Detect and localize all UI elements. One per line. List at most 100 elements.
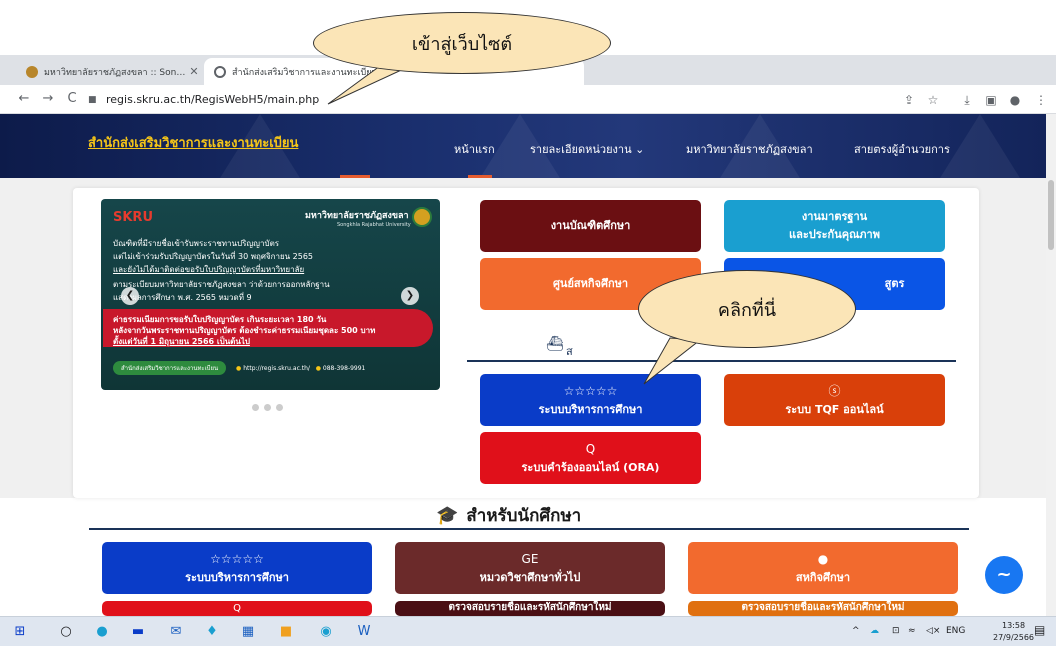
ora-online-request-button[interactable]: Q ระบบคำร้องออนไลน์ (ORA)	[480, 432, 701, 484]
banner-phone: 088-398-9991	[322, 365, 366, 372]
callout-click-here: คลิกที่นี่	[638, 270, 856, 348]
general-education-button[interactable]: GE หมวดวิชาศึกษาทั่วไป	[395, 542, 665, 594]
drop-icon[interactable]: ♦	[204, 624, 220, 640]
screen: มหาวิทยาลัยราชภัฏสงขลา :: Songkhla ✕ สำน…	[0, 0, 1056, 646]
site-brand-link[interactable]: สำนักส่งเสริมวิชาการและงานทะเบียน	[88, 132, 298, 153]
announcement-banner[interactable]: SKRU มหาวิทยาลัยราชภัฏสงขลา Songkhla Raj…	[101, 199, 440, 390]
download-icon[interactable]: ⤓	[958, 91, 976, 109]
student-coop-button[interactable]: ● สหกิจศึกษา	[688, 542, 958, 594]
banner-url: http://regis.skru.ac.th/	[243, 365, 310, 372]
graduate-studies-button[interactable]: งานบัณฑิตศึกษา	[480, 200, 701, 252]
banner-line: แต่ไม่เข้าร่วมรับปริญญาบัตรในวันที่ 30 พ…	[113, 252, 314, 261]
office-pill: สำนักส่งเสริมวิชาการและงานทะเบียน	[113, 361, 227, 375]
button-label: ระบบ TQF ออนไลน์	[785, 402, 884, 416]
network-icon[interactable]: ≈	[908, 626, 916, 636]
fee-line: ตั้งแต่วันที่ 1 มิถุนายน 2566 เป็นต้นไป	[113, 337, 250, 346]
nav-director-line[interactable]: สายตรงผู้อำนวยการ	[854, 140, 950, 158]
button-label: หมวดวิชาศึกษาทั่วไป	[479, 570, 581, 584]
coop-icon: ●	[817, 551, 829, 566]
onedrive-icon[interactable]: ☁	[870, 626, 879, 636]
section-title-text: สำหรับนักศึกษา	[466, 506, 582, 526]
windows-start-icon[interactable]: ⊞	[12, 624, 28, 640]
bookmark-star-icon[interactable]: ☆	[924, 91, 942, 109]
carousel-dot[interactable]	[276, 404, 283, 411]
tab-songkhla[interactable]: มหาวิทยาลัยราชภัฏสงขลา :: Songkhla ✕	[16, 58, 202, 85]
volume-icon[interactable]: ◁×	[926, 626, 940, 636]
songkhla-favicon-icon	[26, 65, 38, 78]
carousel-dot[interactable]	[252, 404, 259, 411]
store-icon[interactable]: ▦	[240, 624, 256, 640]
address-text: regis.skru.ac.th/RegisWebH5/main.php	[106, 93, 320, 106]
clock-date: 27/9/2566	[993, 633, 1035, 642]
nav-university[interactable]: มหาวิทยาลัยราชภัฏสงขลา	[686, 140, 813, 158]
file-explorer-icon[interactable]: ■	[278, 624, 294, 640]
widgets-icon[interactable]: ●	[94, 624, 110, 640]
clock-time: 13:58	[1001, 621, 1026, 630]
site-header: สำนักส่งเสริมวิชาการและงานทะเบียน หน้าแร…	[0, 114, 1046, 178]
system-clock[interactable]: 13:58 27/9/2566	[993, 620, 1034, 644]
button-label: ศูนย์สหกิจศึกษา	[552, 277, 629, 291]
section-title-partial: ส	[566, 345, 573, 358]
stars-icon: ☆☆☆☆☆	[563, 383, 618, 398]
carousel-dot[interactable]	[264, 404, 271, 411]
graduation-cap-icon: 🎓	[436, 505, 459, 526]
notification-icon[interactable]: ▤	[1034, 623, 1045, 637]
button-label: ตรวจสอบรายชื่อและรหัสนักศึกษาใหม่	[448, 602, 612, 613]
menu-kebab-icon[interactable]: ⋮	[1032, 91, 1050, 109]
messenger-chat-icon[interactable]: ~	[985, 556, 1023, 594]
university-name: มหาวิทยาลัยราชภัฏสงขลา	[305, 211, 409, 221]
banner-line: และยังไม่ได้มาติดต่อขอรับใบปริญญาบัตรที่…	[113, 265, 305, 274]
tab-title: มหาวิทยาลัยราชภัฏสงขลา :: Songkhla	[44, 67, 186, 78]
nav-department-details[interactable]: รายละเอียดหน่วยงาน ⌄	[530, 140, 644, 158]
tqf-online-button[interactable]: ⓢ ระบบ TQF ออนไลน์	[724, 374, 945, 426]
scrollbar-thumb[interactable]	[1048, 180, 1054, 250]
student-education-admin-button[interactable]: ☆☆☆☆☆ ระบบบริหารการศึกษา	[102, 542, 372, 594]
search-icon: Q	[585, 441, 596, 456]
windows-taskbar: ⊞ ○ ● ▬ ✉ ♦ ▦ ■ ◉ W ^ ☁ ⊡ ≈ ◁× ENG 13:58…	[0, 616, 1056, 646]
banner-line: บัณฑิตที่มีรายชื่อเข้ารับพระราชทานปริญญา…	[113, 239, 280, 248]
profile-icon[interactable]: ●	[1006, 91, 1024, 109]
button-label: สหกิจศึกษา	[795, 570, 851, 584]
button-label: งานมาตรฐาน	[801, 210, 868, 224]
button-label: และประกันคุณภาพ	[789, 228, 880, 241]
meet-icon[interactable]: ⊡	[892, 626, 900, 636]
callout-text: คลิกที่นี่	[717, 299, 777, 321]
students-section-title: 🎓 สำหรับนักศึกษา	[436, 502, 581, 529]
back-icon[interactable]: ←	[14, 89, 34, 109]
search-icon: Q	[233, 603, 241, 614]
carousel-dots	[252, 396, 288, 415]
search-icon[interactable]: ○	[58, 624, 74, 640]
mail-icon[interactable]: ✉	[168, 624, 184, 640]
student-search-button[interactable]: Q	[102, 601, 372, 616]
tqf-icon: ⓢ	[828, 383, 841, 398]
lock-icon: ■	[88, 94, 97, 105]
sidepanel-icon[interactable]: ▣	[982, 91, 1000, 109]
reload-icon[interactable]: C	[62, 89, 82, 109]
tray-chevron-icon[interactable]: ^	[852, 626, 860, 636]
quality-assurance-button[interactable]: งานมาตรฐาน และประกันคุณภาพ	[724, 200, 945, 252]
taskview-icon[interactable]: ▬	[130, 624, 146, 640]
section-divider	[467, 360, 956, 362]
button-label: ตรวจสอบรายชื่อและรหัสนักศึกษาใหม่	[741, 602, 905, 613]
button-label: ระบบบริหารการศึกษา	[538, 402, 643, 416]
forward-icon[interactable]: →	[38, 89, 58, 109]
callout-enter-site: เข้าสู่เว็บไซต์	[313, 12, 611, 74]
callout-text: เข้าสู่เว็บไซต์	[411, 33, 513, 55]
button-label: ระบบคำร้องออนไลน์ (ORA)	[521, 460, 660, 474]
check-new-student-id-button[interactable]: ตรวจสอบรายชื่อและรหัสนักศึกษาใหม่	[395, 601, 665, 616]
fee-highlight: ค่าธรรมเนียมการขอรับใบปริญญาบัตร เกินระย…	[103, 309, 433, 347]
globe-icon: ●	[236, 365, 242, 372]
language-indicator[interactable]: ENG	[946, 626, 965, 636]
university-seal-icon	[412, 207, 432, 227]
banner-line: ตามระเบียบมหาวิทยาลัยราชภัฏสงขลา ว่าด้วย…	[113, 280, 330, 289]
check-new-student-id-button-2[interactable]: ตรวจสอบรายชื่อและรหัสนักศึกษาใหม่	[688, 601, 958, 616]
carousel-next-icon[interactable]: ❯	[401, 287, 419, 305]
nav-home[interactable]: หน้าแรก	[454, 140, 495, 158]
word-icon[interactable]: W	[356, 624, 372, 640]
university-name-en: Songkhla Rajabhat University	[337, 222, 411, 228]
ship-icon: ⛴	[546, 336, 564, 352]
close-tab-icon[interactable]: ✕	[186, 65, 202, 78]
carousel-prev-icon[interactable]: ❮	[121, 287, 139, 305]
share-icon[interactable]: ⇪	[900, 91, 918, 109]
chrome-icon[interactable]: ◉	[318, 624, 334, 640]
